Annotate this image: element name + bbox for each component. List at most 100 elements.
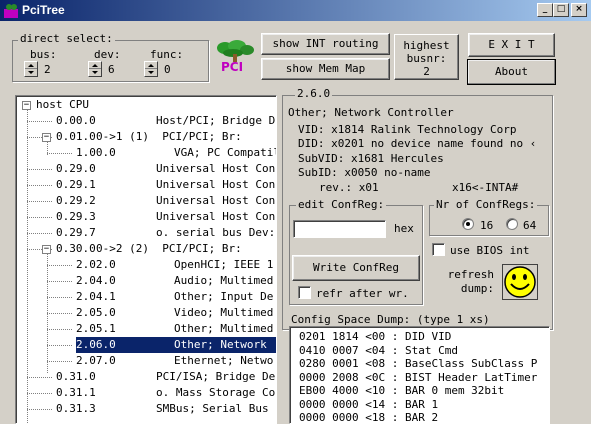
did-line: DID: x0201 no device name found no ‹ — [298, 137, 537, 150]
tree-node-desc: o. serial bus Dev: — [156, 226, 276, 239]
tree-node-desc: Universal Host Con — [156, 162, 276, 175]
direct-select-label: direct select: — [18, 32, 115, 45]
tree-row[interactable]: 0.29.1 Universal Host Con — [16, 177, 276, 193]
radio-16[interactable] — [462, 218, 474, 230]
tree-node-desc: PCI/ISA; Bridge De — [156, 370, 276, 383]
tree-row[interactable]: −0.30.0 0->2 (2) PCI/PCI; Br: — [16, 241, 276, 257]
tree-node-id[interactable]: 0.01.0 — [56, 129, 96, 145]
tree-node-id[interactable]: 2.05.0 — [76, 305, 116, 321]
tree-row[interactable]: 0.00.0 Host/PCI; Bridge D — [16, 113, 276, 129]
tree-node-id[interactable]: 0.31.1 — [56, 385, 96, 401]
minimize-icon[interactable]: _ — [537, 3, 553, 17]
tree-node-id[interactable]: 2.04.0 — [76, 273, 116, 289]
dump-label: dump: — [460, 282, 494, 295]
refr-after-write-label: refr after wr. — [316, 287, 409, 300]
tree-row[interactable]: 2.06.0 Other; Network — [16, 337, 276, 353]
dump-row: 0410 0007 <04 : Stat Cmd — [299, 343, 458, 357]
tree-node-id[interactable]: 0.29.3 — [56, 209, 96, 225]
show-mem-map-button[interactable]: show Mem Map — [261, 58, 390, 80]
highest-busnr-panel: highest busnr: 2 — [394, 34, 459, 80]
dump-row: 0000 0000 <14 : BAR 1 — [299, 397, 439, 411]
show-int-routing-button[interactable]: show INT routing — [261, 33, 390, 55]
tree-row[interactable]: −0.01.0 0->1 (1) PCI/PCI; Br: — [16, 129, 276, 145]
hex-label: hex — [394, 222, 414, 235]
bus-label: bus: — [30, 48, 57, 61]
tree-node-id[interactable]: 1.00.0 — [76, 145, 116, 161]
tree-node-id[interactable]: 0.31.0 — [56, 369, 96, 385]
dump-row: 0000 2008 <0C : BIST Header LatTimer — [299, 370, 538, 384]
tree-row[interactable]: 1.00.0 VGA; PC Compatil — [16, 145, 277, 161]
tree-node-id[interactable]: 0.30.0 — [56, 241, 96, 257]
tree-node-id[interactable]: 2.07.0 — [76, 353, 116, 369]
dump-row: 0280 0001 <08 : BaseClass SubClass P — [299, 357, 538, 370]
tree-row[interactable]: 0.29.2 Universal Host Con — [16, 193, 276, 209]
tree-node-desc: Universal Host Con — [156, 210, 276, 223]
tree-row[interactable]: 2.02.0 OpenHCI; IEEE 1 — [16, 257, 276, 273]
exit-button[interactable]: E X I T — [468, 33, 555, 57]
bus-spinner[interactable] — [24, 61, 38, 77]
tree-node-id[interactable]: 0.29.2 — [56, 193, 96, 209]
tree-row[interactable]: 0.29.3 Universal Host Con — [16, 209, 276, 225]
tree-node-desc: Other; Network — [174, 337, 267, 353]
tree-node-desc: o. Mass Storage Co — [156, 386, 276, 399]
tree-row[interactable]: 2.05.1 Other; Multimed — [16, 321, 276, 337]
func-label: func: — [150, 48, 184, 61]
tree-row[interactable]: 0.31.3 SMBus; Serial Bus — [16, 401, 276, 417]
collapse-icon[interactable]: − — [42, 245, 51, 254]
tree-node-desc: VGA; PC Compatil — [174, 146, 277, 159]
write-confreg-button[interactable]: Write ConfReg — [292, 255, 420, 281]
dump-row: 0201 1814 <00 : DID VID — [299, 330, 452, 343]
dump-row: EB00 4000 <10 : BAR 0 mem 32bit — [299, 384, 505, 397]
tree-row[interactable]: 2.04.0 Audio; Multimed — [16, 273, 276, 289]
close-icon[interactable]: × — [571, 3, 587, 17]
vid-line: VID: x1814 Ralink Technology Corp — [298, 123, 517, 136]
radio-64[interactable] — [506, 218, 518, 230]
tree-node-id[interactable]: 2.05.1 — [76, 321, 116, 337]
maximize-icon[interactable]: □ — [553, 3, 569, 17]
tree-node-desc: Audio; Multimed — [174, 274, 274, 287]
radio-16-label: 16 — [480, 219, 494, 232]
pci-device-tree[interactable]: − host CPU 0.00.0 Host/PCI; Bridge D −0.01.0… — [15, 95, 277, 424]
highest-label: highest — [403, 39, 450, 52]
tree-row[interactable]: 0.31.1 o. Mass Storage Co — [16, 385, 276, 401]
func-spinner[interactable] — [144, 61, 158, 77]
refr-after-write-checkbox[interactable] — [298, 286, 311, 299]
tree-row[interactable]: 0.29.0 Universal Host Con — [16, 161, 276, 177]
tree-row[interactable]: 2.07.0 Ethernet; Netwo — [16, 353, 276, 369]
confreg-input[interactable] — [293, 220, 386, 238]
rev-line: rev.: x01 — [319, 181, 379, 194]
tree-node-id[interactable]: 2.04.1 — [76, 289, 116, 305]
tree-node-id[interactable]: 0.29.1 — [56, 177, 96, 193]
subvid-line: SubVID: x1681 Hercules — [298, 152, 444, 165]
about-button[interactable]: About — [467, 59, 556, 85]
dump-row: 0000 0000 <18 : BAR 2 — [299, 411, 439, 424]
tree-node-id[interactable]: host CPU — [36, 97, 89, 113]
collapse-icon[interactable]: − — [22, 101, 31, 110]
tree-node-id[interactable]: 0.00.0 — [56, 113, 96, 129]
tree-row[interactable]: 2.04.1 Other; Input De — [16, 289, 276, 305]
tree-node-id[interactable]: 0.29.7 — [56, 225, 96, 241]
dev-spinner[interactable] — [88, 61, 102, 77]
config-dump-label: Config Space Dump: (type 1 xs) — [291, 313, 490, 326]
tree-node-id[interactable]: 0.31.3 — [56, 401, 96, 417]
title-bar[interactable] — [0, 0, 591, 21]
tree-row[interactable]: 2.05.0 Video; Multimed — [16, 305, 276, 321]
tree-row[interactable]: 0.29.7 o. serial bus Dev: — [16, 225, 276, 241]
busnr-value: 2 — [423, 65, 430, 78]
tree-node-id[interactable]: 2.02.0 — [76, 257, 116, 273]
use-bios-int-checkbox[interactable] — [432, 243, 445, 256]
tree-row[interactable]: 0.31.0 PCI/ISA; Bridge De — [16, 369, 276, 385]
use-bios-int-label: use BIOS int — [450, 244, 530, 257]
collapse-icon[interactable]: − — [42, 133, 51, 142]
device-class: Other; Network Controller — [288, 106, 454, 119]
tree-row[interactable]: − host CPU — [16, 97, 276, 113]
tree-node-desc: 0->1 (1) PCI/PCI; Br: — [96, 130, 242, 143]
config-space-dump[interactable]: 0201 1814 <00 : DID VID 0410 0007 <04 : S… — [289, 326, 550, 424]
radio-64-label: 64 — [523, 219, 537, 232]
edit-confreg-label: edit ConfReg: — [296, 198, 387, 211]
tree-node-desc: OpenHCI; IEEE 1 — [174, 258, 274, 271]
bus-value: 2 — [44, 63, 51, 76]
smiley-refresh-icon[interactable] — [502, 264, 538, 300]
version-label: 2.6.0 — [295, 87, 333, 100]
tree-node-id[interactable]: 0.29.0 — [56, 161, 96, 177]
